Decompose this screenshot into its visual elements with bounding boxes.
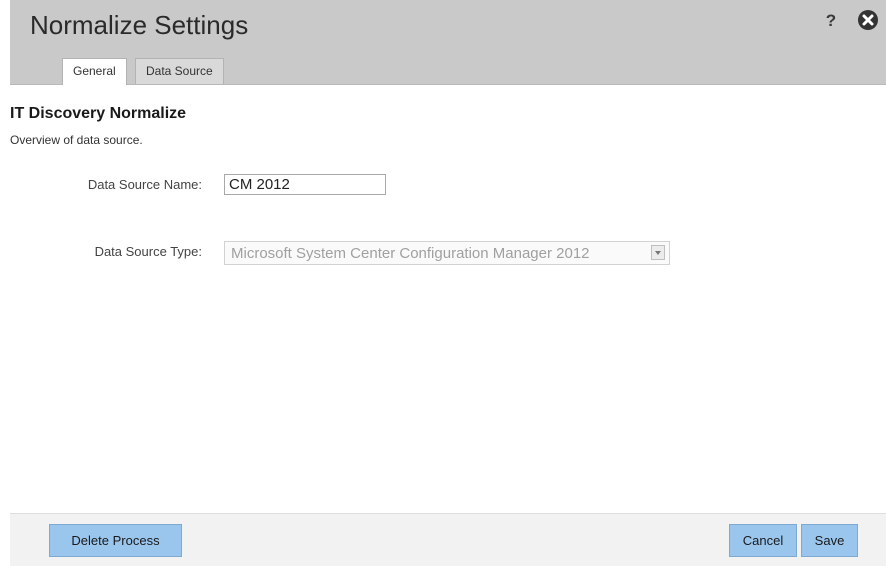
tab-general[interactable]: General: [62, 58, 127, 85]
close-icon[interactable]: [856, 8, 880, 32]
data-source-type-value: Microsoft System Center Configuration Ma…: [231, 245, 590, 262]
chevron-down-icon: [651, 245, 665, 260]
dialog-header: Normalize Settings ? General Data Source: [10, 0, 886, 85]
data-source-name-input[interactable]: [224, 174, 386, 195]
data-source-name-label: Data Source Name:: [87, 177, 202, 192]
help-icon[interactable]: ?: [820, 10, 842, 32]
tab-data-source[interactable]: Data Source: [135, 58, 224, 84]
data-source-type-label: Data Source Type:: [94, 244, 202, 259]
normalize-settings-dialog: Normalize Settings ? General Data Source…: [0, 0, 886, 566]
save-button[interactable]: Save: [801, 524, 858, 557]
delete-process-button[interactable]: Delete Process: [49, 524, 182, 557]
section-title: IT Discovery Normalize: [10, 105, 187, 122]
cancel-button[interactable]: Cancel: [729, 524, 797, 557]
section-description: Overview of data source.: [10, 133, 143, 147]
dialog-title: Normalize Settings: [30, 10, 249, 40]
data-source-type-select: Microsoft System Center Configuration Ma…: [224, 241, 670, 265]
dialog-footer: Delete Process Cancel Save: [10, 513, 886, 566]
